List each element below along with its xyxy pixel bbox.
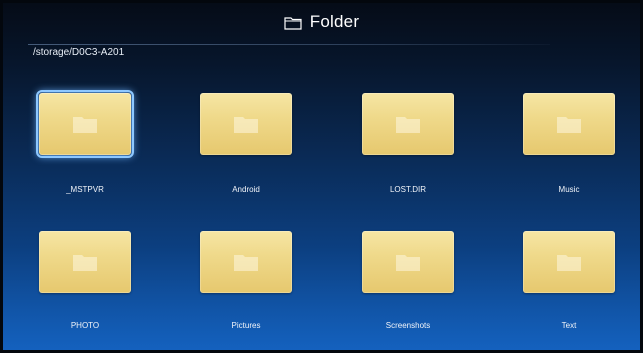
folder-label: Screenshots <box>385 321 431 330</box>
folder-icon <box>395 114 421 134</box>
file-browser-screen: Folder /storage/D0C3-A201 _MSTPVR Androi… <box>0 0 643 353</box>
folder-label: Text <box>561 321 577 330</box>
folder-label: Music <box>558 185 580 194</box>
page-title: Folder <box>309 12 360 31</box>
folder-icon <box>556 252 582 272</box>
folder-thumbnail[interactable] <box>200 231 292 293</box>
folder-label: Pictures <box>231 321 261 330</box>
header: Folder <box>0 10 643 34</box>
folder-thumbnail[interactable] <box>36 90 134 158</box>
folder-label: LOST.DIR <box>389 185 426 194</box>
folder-thumbnail[interactable] <box>362 231 454 293</box>
folder-thumbnail[interactable] <box>200 93 292 155</box>
folder-thumbnail[interactable] <box>362 93 454 155</box>
folder-thumbnail[interactable] <box>523 231 615 293</box>
folder-label: Android <box>232 185 260 194</box>
folder-icon <box>556 114 582 134</box>
current-path: /storage/D0C3-A201 <box>33 47 125 58</box>
folder-icon <box>72 114 98 134</box>
folder-thumbnail[interactable] <box>523 93 615 155</box>
folder-thumbnail[interactable] <box>39 231 131 293</box>
header-divider <box>28 44 550 45</box>
folder-label: PHOTO <box>70 321 100 330</box>
folder-icon <box>395 252 421 272</box>
folder-label: _MSTPVR <box>66 185 104 194</box>
folder-outline-icon <box>284 16 302 30</box>
folder-icon <box>72 252 98 272</box>
folder-icon <box>233 252 259 272</box>
folder-icon <box>233 114 259 134</box>
